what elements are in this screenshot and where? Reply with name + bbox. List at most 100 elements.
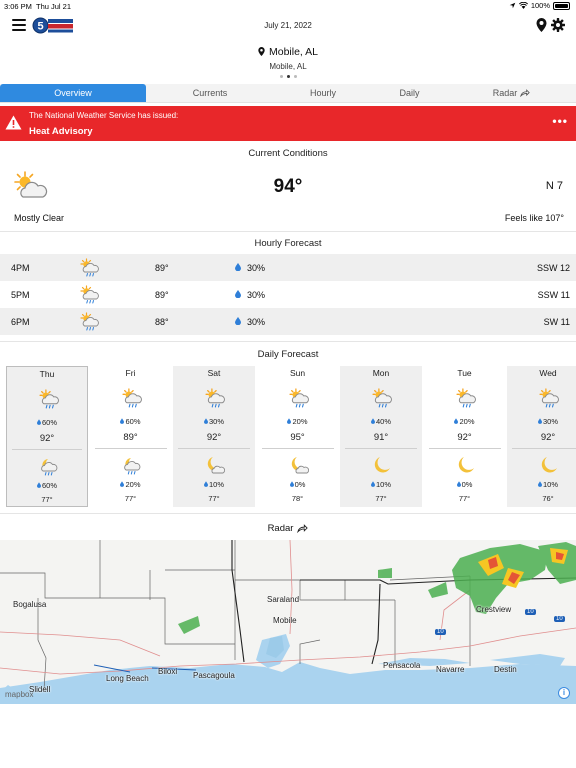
status-time: 3:06 PM Thu Jul 21 — [4, 2, 72, 11]
night-low-temp: 77° — [208, 494, 220, 503]
moon-cloud-icon — [291, 457, 309, 474]
day-name: Mon — [372, 368, 390, 378]
card-divider — [428, 448, 501, 449]
daily-card-fri[interactable]: Fri 60% 89° 20% 77° — [90, 366, 172, 507]
hourly-row[interactable]: 6PM 88° 30% SW 11 — [0, 308, 576, 335]
hour-wind: SW 11 — [543, 317, 570, 327]
daily-forecast-strip[interactable]: Thu 60% 92° 60% 77° Fri 60% 89° 20% 77° Sat 30% 92° 1… — [6, 366, 576, 507]
location-header[interactable]: Mobile, AL Mobile, AL — [0, 43, 576, 78]
moon-cloud-rain-icon — [123, 458, 140, 475]
map-label: Bogalusa — [13, 600, 47, 609]
daily-card-thu[interactable]: Thu 60% 92° 60% 77° — [6, 366, 88, 507]
radar-map[interactable]: Bogalusa Saraland Mobile Slidell Long Be… — [0, 540, 576, 704]
hour-temperature: 89° — [155, 290, 169, 300]
daily-card-mon[interactable]: Mon 40% 91° 10% 77° — [340, 366, 422, 507]
night-low-temp: 76° — [542, 494, 554, 503]
day-precip-chance: 60% — [90, 417, 172, 426]
daily-card-sun[interactable]: Sun 20% 95° 0% 78° — [257, 366, 339, 507]
highway-shield: 10 — [435, 629, 446, 635]
warning-triangle-icon — [5, 115, 22, 130]
hourly-row[interactable]: 4PM 89° 30% SSW 12 — [0, 254, 576, 281]
night-precip-chance: 10% — [173, 480, 255, 489]
sun-rain-icon — [80, 285, 99, 304]
card-divider — [94, 448, 167, 449]
card-divider — [512, 448, 576, 449]
day-name: Fri — [125, 368, 136, 378]
night-low-temp: 77° — [41, 495, 53, 504]
map-label: Crestview — [476, 605, 512, 614]
daily-card-wed[interactable]: Wed 30% 92° 10% 76° — [507, 366, 576, 507]
hour-temperature: 88° — [155, 317, 169, 327]
more-options-icon[interactable]: ••• — [552, 114, 568, 128]
map-label: Pensacola — [383, 661, 421, 670]
tab-overview[interactable]: Overview — [0, 84, 146, 102]
day-precip-chance: 40% — [340, 417, 422, 426]
moon-icon — [374, 457, 390, 473]
feels-like: Feels like 107° — [504, 213, 564, 223]
location-arrow-icon — [509, 2, 516, 9]
tab-hourly[interactable]: Hourly — [274, 84, 372, 102]
wifi-icon — [518, 2, 528, 9]
hour-precip-chance: 30% — [247, 290, 266, 300]
sun-rain-icon — [539, 388, 559, 408]
hourly-forecast-title: Hourly Forecast — [254, 238, 322, 249]
night-low-temp: 77° — [124, 494, 137, 503]
day-high-temp: 91° — [373, 432, 389, 443]
battery-percent: 100% — [530, 1, 550, 10]
info-icon[interactable]: i — [558, 687, 570, 699]
rain-drop-icon — [287, 418, 292, 424]
sun-rain-icon — [288, 388, 309, 408]
tab-daily[interactable]: Daily — [372, 84, 447, 102]
daily-card-sat[interactable]: Sat 30% 92° 10% 77° — [173, 366, 255, 507]
app-header: 5 July 21, 2022 — [0, 12, 576, 40]
current-wind: N 7 — [545, 180, 563, 192]
tab-bar: Overview Currents Hourly Daily Radar — [0, 84, 576, 103]
tab-currents[interactable]: Currents — [146, 84, 274, 102]
map-label: Long Beach — [106, 674, 149, 683]
hour-time: 4PM — [11, 263, 30, 273]
day-name: Tue — [457, 368, 472, 378]
location-name-row: Mobile, AL — [258, 46, 318, 58]
mapbox-attribution[interactable]: mapbox — [5, 690, 33, 699]
settings-gear-icon[interactable] — [551, 18, 565, 32]
location-pin-icon[interactable] — [536, 18, 547, 32]
day-high-temp: 95° — [290, 432, 305, 443]
divider — [0, 341, 576, 342]
alert-title: Heat Advisory — [29, 126, 93, 137]
rain-drop-icon — [36, 482, 41, 488]
moon-cloud-rain-icon — [41, 459, 58, 476]
share-arrow-icon — [520, 89, 531, 97]
radar-title[interactable]: Radar — [0, 523, 576, 534]
night-precip-chance: 0% — [424, 480, 506, 489]
location-name: Mobile, AL — [268, 45, 319, 58]
sun-rain-icon — [39, 389, 59, 409]
page-dot[interactable] — [279, 75, 283, 78]
day-precip-chance: 30% — [173, 417, 255, 426]
moon-icon — [541, 457, 557, 473]
map-label: Pascagoula — [193, 671, 235, 680]
page-indicator[interactable] — [0, 75, 576, 78]
divider — [0, 231, 576, 232]
page-dot-active[interactable] — [286, 75, 290, 78]
current-temperature: 94° — [273, 176, 303, 197]
rain-drop-icon — [370, 418, 375, 424]
sun-rain-icon — [205, 388, 225, 408]
battery-icon — [553, 1, 570, 10]
daily-card-tue[interactable]: Tue 20% 92° 0% 77° — [424, 366, 506, 507]
rain-drop-icon — [235, 263, 241, 271]
tab-radar[interactable]: Radar — [447, 84, 576, 102]
sun-rain-icon — [80, 312, 99, 331]
day-precip-chance: 20% — [257, 417, 339, 426]
card-divider — [261, 448, 334, 449]
weather-alert-banner[interactable]: The National Weather Service has issued:… — [0, 106, 576, 141]
rain-drop-icon — [456, 481, 461, 487]
day-high-temp: 92° — [39, 433, 55, 444]
hourly-row[interactable]: 5PM 89° 30% SSW 11 — [0, 281, 576, 308]
day-name: Sat — [207, 368, 221, 378]
hour-temperature: 89° — [155, 263, 169, 273]
page-dot[interactable] — [293, 75, 297, 78]
sun-rain-icon — [80, 258, 99, 277]
current-conditions-title: Current Conditions — [248, 148, 328, 159]
hour-time: 5PM — [11, 290, 30, 300]
sun-rain-icon — [121, 388, 142, 408]
